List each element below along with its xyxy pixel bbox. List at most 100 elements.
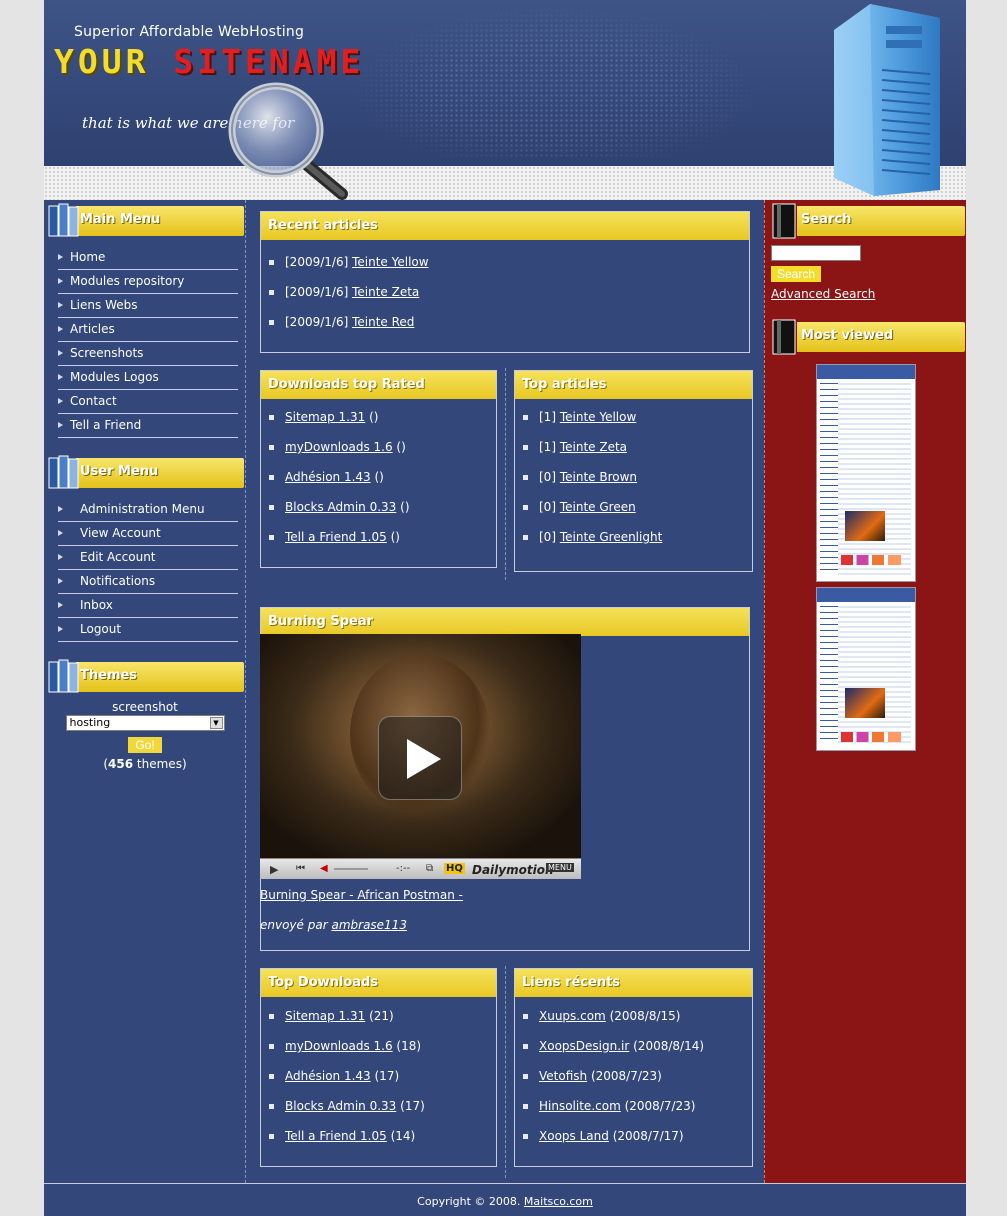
themes-title: Themes [80, 668, 138, 683]
menu-item-modules-logos[interactable]: Modules Logos [58, 366, 238, 390]
download-link[interactable]: Adhésion 1.43 [285, 470, 371, 484]
menu-item-tell-a-friend[interactable]: Tell a Friend [58, 414, 238, 438]
theme-selector-block: screenshot hosting ▼ Go! (456 themes) [44, 700, 246, 771]
menu-item-contact[interactable]: Contact [58, 390, 238, 414]
download-link[interactable]: Blocks Admin 0.33 [285, 1099, 396, 1113]
volume-icon[interactable]: ◀ [320, 863, 328, 874]
article-link[interactable]: Teinte Yellow [560, 410, 636, 424]
download-link[interactable]: Sitemap 1.31 [285, 1009, 365, 1023]
weblink[interactable]: XoopsDesign.ir [539, 1039, 629, 1053]
list-item: Sitemap 1.31 (21) [269, 1004, 496, 1034]
download-link[interactable]: myDownloads 1.6 [285, 1039, 393, 1053]
menu-item-screenshots[interactable]: Screenshots [58, 342, 238, 366]
weblink[interactable]: Hinsolite.com [539, 1099, 621, 1113]
download-link[interactable]: Blocks Admin 0.33 [285, 500, 396, 514]
column-divider [505, 966, 506, 1178]
play-icon[interactable] [378, 716, 462, 800]
article-link[interactable]: Teinte Yellow [352, 255, 428, 269]
chevron-down-icon[interactable]: ▼ [209, 717, 223, 729]
article-link[interactable]: Teinte Greenlight [560, 530, 662, 544]
download-count: (17) [374, 1069, 400, 1083]
video-player[interactable]: ▶ ⏮ ◀ -:-- ⧉ HQ Dailymotion MENU [260, 634, 581, 879]
download-rating: () [374, 470, 384, 484]
article-link[interactable]: Teinte Red [352, 315, 414, 329]
themes-header: Themes [46, 658, 244, 698]
thumbnail-gallery [841, 732, 901, 742]
list-item: [1] Teinte Zeta [523, 435, 752, 465]
article-link[interactable]: Teinte Green [560, 500, 636, 514]
hq-button[interactable]: HQ [444, 863, 465, 874]
main-menu-title: Main Menu [80, 212, 161, 227]
article-date: [2009/1/6] [285, 315, 349, 329]
screenshot-thumbnail[interactable] [816, 587, 916, 751]
main-menu-list: Home Modules repository Liens Webs Artic… [58, 246, 238, 438]
advanced-search-link[interactable]: Advanced Search [771, 287, 875, 301]
player-menu-button[interactable]: MENU [546, 863, 574, 872]
menu-item-inbox[interactable]: Inbox [58, 594, 238, 618]
recent-articles-title: Recent articles [261, 212, 749, 240]
weblink[interactable]: Xoops Land [539, 1129, 609, 1143]
download-link[interactable]: Tell a Friend 1.05 [285, 530, 387, 544]
list-item: Sitemap 1.31 () [269, 405, 496, 435]
previous-icon[interactable]: ⏮ [296, 863, 305, 874]
weblink[interactable]: Vetofish [539, 1069, 587, 1083]
weblink-date: (2008/8/15) [609, 1009, 681, 1023]
theme-go-button[interactable]: Go! [128, 737, 162, 753]
thumbnail-sidebar [820, 606, 838, 744]
recent-links-list: Xuups.com (2008/8/15) XoopsDesign.ir (20… [515, 997, 752, 1154]
site-footer: Copyright © 2008. Maitsco.com [44, 1183, 966, 1216]
video-title-link[interactable]: Burning Spear - African Postman - [260, 888, 463, 902]
download-link[interactable]: Tell a Friend 1.05 [285, 1129, 387, 1143]
time-display: -:-- [396, 863, 411, 874]
theme-select-value: hosting [69, 716, 111, 729]
weblink[interactable]: Xuups.com [539, 1009, 606, 1023]
screenshot-thumbnail[interactable] [816, 364, 916, 582]
search-button[interactable]: Search [771, 266, 821, 282]
world-map-graphic [354, 8, 754, 158]
menu-item-logout[interactable]: Logout [58, 618, 238, 642]
downloads-top-rated-title: Downloads top Rated [261, 371, 496, 399]
menu-item-home[interactable]: Home [58, 246, 238, 270]
menu-item-modules-repository[interactable]: Modules repository [58, 270, 238, 294]
volume-slider[interactable] [334, 868, 368, 870]
article-link[interactable]: Teinte Zeta [560, 440, 627, 454]
weblink-date: (2008/7/17) [612, 1129, 684, 1143]
sent-by-label: envoyé par [260, 918, 328, 932]
sent-by-user-link[interactable]: ambrase113 [331, 918, 407, 932]
site-logo-title[interactable]: YOUR SITENAME [54, 42, 364, 81]
download-link[interactable]: Sitemap 1.31 [285, 410, 365, 424]
menu-item-articles[interactable]: Articles [58, 318, 238, 342]
download-link[interactable]: Adhésion 1.43 [285, 1069, 371, 1083]
menu-item-view-account[interactable]: View Account [58, 522, 238, 546]
most-viewed-title: Most viewed [801, 328, 894, 343]
menu-item-notifications[interactable]: Notifications [58, 570, 238, 594]
menu-item-liens-webs[interactable]: Liens Webs [58, 294, 238, 318]
list-item: XoopsDesign.ir (2008/8/14) [523, 1034, 752, 1064]
menu-item-edit-account[interactable]: Edit Account [58, 546, 238, 570]
popout-icon[interactable]: ⧉ [426, 863, 433, 874]
user-menu-list: Administration Menu View Account Edit Ac… [58, 498, 238, 642]
thumbnail-header [817, 365, 915, 379]
list-item: [0] Teinte Greenlight [523, 525, 752, 555]
downloads-top-rated-block: Downloads top Rated Sitemap 1.31 () myDo… [260, 370, 497, 568]
video-controls: ▶ ⏮ ◀ -:-- ⧉ HQ Dailymotion MENU [260, 858, 581, 879]
article-link[interactable]: Teinte Zeta [352, 285, 419, 299]
left-sidebar: Main Menu Home Modules repository Liens … [44, 200, 246, 1183]
menu-item-administration[interactable]: Administration Menu [58, 498, 238, 522]
download-count: (18) [396, 1039, 422, 1053]
download-link[interactable]: myDownloads 1.6 [285, 440, 393, 454]
play-small-icon[interactable]: ▶ [270, 863, 278, 876]
magnifier-icon [228, 82, 348, 200]
most-viewed-header: Most viewed [767, 318, 965, 358]
list-item: [0] Teinte Green [523, 495, 752, 525]
top-downloads-block: Top Downloads Sitemap 1.31 (21) myDownlo… [260, 968, 497, 1167]
article-hits: [1] [539, 440, 556, 454]
recent-articles-list: [2009/1/6] Teinte Yellow [2009/1/6] Tein… [261, 240, 749, 340]
header-dotted-strip [44, 166, 966, 200]
article-link[interactable]: Teinte Brown [560, 470, 637, 484]
list-item: [2009/1/6] Teinte Red [269, 310, 749, 340]
search-input[interactable] [771, 245, 861, 261]
theme-select[interactable]: hosting ▼ [65, 715, 225, 731]
dailymotion-logo[interactable]: Dailymotion [472, 863, 554, 877]
footer-link[interactable]: Maitsco.com [524, 1195, 593, 1208]
